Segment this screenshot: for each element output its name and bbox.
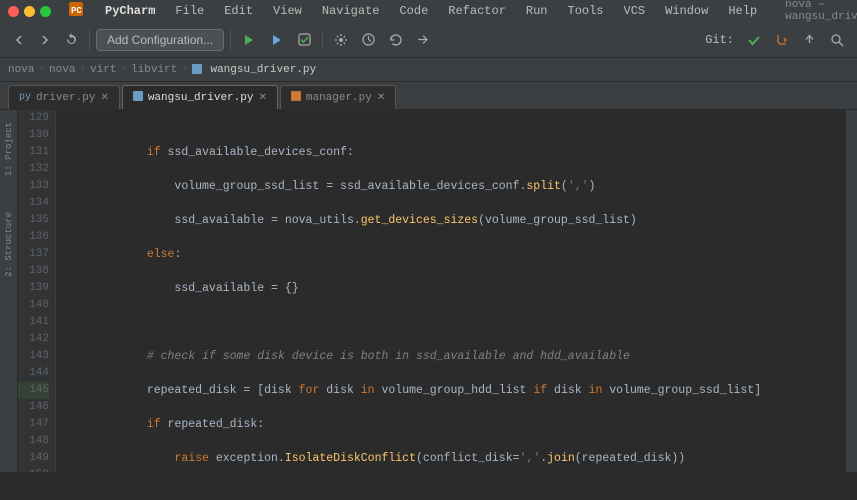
window-title: nova – wangsu_driver.py xyxy=(785,0,857,23)
app-icon: PC xyxy=(69,2,83,20)
coverage-button[interactable] xyxy=(293,30,316,49)
git-checkmark-button[interactable] xyxy=(742,30,766,50)
menu-item-code[interactable]: Code xyxy=(395,4,432,18)
traffic-lights xyxy=(8,6,51,17)
tab-close-wangsu[interactable]: ✕ xyxy=(258,92,266,104)
menu-item-view[interactable]: View xyxy=(269,4,306,18)
maximize-button[interactable] xyxy=(40,6,51,17)
menu-item-help[interactable]: Help xyxy=(724,4,761,18)
tab-close-manager[interactable]: ✕ xyxy=(377,92,385,104)
tab-wangsu-driver-py[interactable]: wangsu_driver.py ✕ xyxy=(122,85,278,109)
code-area[interactable]: if ssd_available_devices_conf: volume_gr… xyxy=(56,110,845,472)
tab-icon-manager xyxy=(291,91,301,105)
git-push-button[interactable] xyxy=(798,30,821,49)
git-merge-button[interactable] xyxy=(770,30,794,50)
right-sidebar[interactable] xyxy=(845,110,857,472)
line-numbers: 129 130 131 132 133 134 135 136 137 138 … xyxy=(18,110,56,472)
tab-bar: py driver.py ✕ wangsu_driver.py ✕ manage… xyxy=(0,82,857,110)
breadcrumb-nova2[interactable]: nova xyxy=(49,64,75,76)
structure-panel-tab[interactable]: 2: Structure xyxy=(2,204,16,285)
separator2 xyxy=(230,30,231,50)
debug-button[interactable] xyxy=(265,30,289,50)
settings-button[interactable] xyxy=(329,30,353,50)
menu-bar: PC PyCharm File Edit View Navigate Code … xyxy=(0,0,857,22)
breadcrumb-virt[interactable]: virt xyxy=(90,64,116,76)
tab-icon-wangsu xyxy=(133,91,143,105)
git-update-button[interactable] xyxy=(357,30,380,49)
tab-close-driver[interactable]: ✕ xyxy=(100,92,108,104)
breadcrumb-file[interactable]: wangsu_driver.py xyxy=(192,64,316,76)
menu-item-tools[interactable]: Tools xyxy=(564,4,608,18)
add-configuration-button[interactable]: Add Configuration... xyxy=(96,29,224,51)
left-panel: 1: Project 2: Structure xyxy=(0,110,18,472)
menu-item-run[interactable]: Run xyxy=(522,4,552,18)
editor-wrapper: 1: Project 2: Structure 129 130 131 132 … xyxy=(0,110,857,472)
toolbar: Add Configuration... Git: xyxy=(0,22,857,58)
breadcrumb-nova1[interactable]: nova xyxy=(8,64,34,76)
minimize-button[interactable] xyxy=(24,6,35,17)
tab-driver-py[interactable]: py driver.py ✕ xyxy=(8,85,120,109)
refresh-button[interactable] xyxy=(60,30,83,49)
run-button[interactable] xyxy=(237,30,261,50)
svg-text:PC: PC xyxy=(71,6,82,16)
search-button[interactable] xyxy=(825,30,849,50)
menu-item-pycharm[interactable]: PyCharm xyxy=(101,4,159,18)
git-label: Git: xyxy=(705,33,734,47)
breadcrumb-libvirt[interactable]: libvirt xyxy=(131,64,177,76)
forward-button[interactable] xyxy=(34,31,56,49)
menu-item-edit[interactable]: Edit xyxy=(220,4,257,18)
tab-icon-driver-py: py xyxy=(19,92,31,103)
menu-item-vcs[interactable]: VCS xyxy=(620,4,650,18)
separator xyxy=(89,30,90,50)
breadcrumb: nova › nova › virt › libvirt › wangsu_dr… xyxy=(0,58,857,82)
more-tools-button[interactable] xyxy=(411,30,434,49)
project-panel-tab[interactable]: 1: Project xyxy=(2,114,16,184)
back-button[interactable] xyxy=(8,31,30,49)
close-button[interactable] xyxy=(8,6,19,17)
menu-item-refactor[interactable]: Refactor xyxy=(444,4,510,18)
undo-button[interactable] xyxy=(384,30,407,49)
menu-item-file[interactable]: File xyxy=(171,4,208,18)
tab-manager-py[interactable]: manager.py ✕ xyxy=(280,85,396,109)
menu-item-navigate[interactable]: Navigate xyxy=(318,4,384,18)
separator3 xyxy=(322,30,323,50)
menu-item-window[interactable]: Window xyxy=(661,4,712,18)
